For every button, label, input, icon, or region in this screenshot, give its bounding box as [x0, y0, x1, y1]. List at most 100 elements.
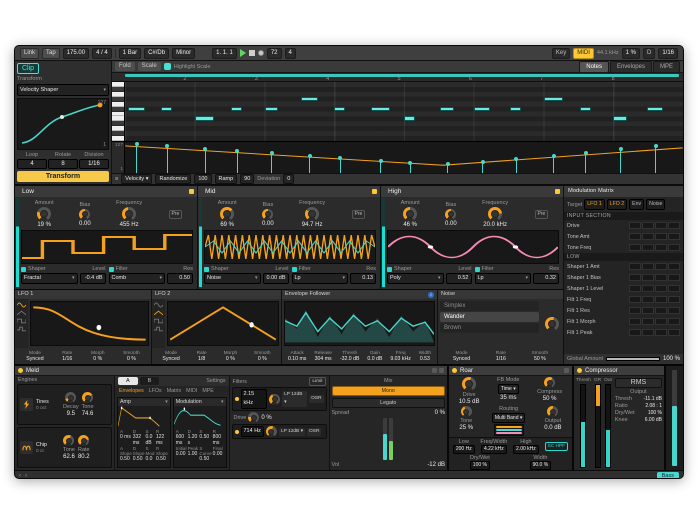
scale-highlight-icon[interactable] — [164, 63, 171, 70]
global-quantize-menu[interactable]: 1/16 — [658, 48, 678, 59]
shaper-type-select[interactable]: Fractal▾ — [21, 273, 78, 284]
rotate-param-value[interactable]: 8 — [48, 159, 78, 169]
matrix-cell[interactable] — [655, 285, 667, 292]
smooth-value[interactable]: 0 % — [127, 356, 136, 362]
filter-2-character-select[interactable]: OSR — [307, 428, 321, 436]
volume-slider[interactable] — [383, 418, 387, 460]
midi-note[interactable] — [371, 107, 391, 111]
track-name-chip[interactable]: Bass — [657, 472, 679, 480]
random-wave-icon[interactable] — [154, 326, 163, 332]
lanes-icon[interactable]: ≡ — [115, 176, 118, 182]
knee-value[interactable]: 6.00 dB — [645, 417, 662, 423]
fold-button[interactable]: Fold — [115, 62, 135, 71]
matrix-cell[interactable] — [629, 329, 641, 336]
hot-swap-icon[interactable] — [432, 368, 437, 373]
filter-2-type-select[interactable]: LP 12dB ▾ — [279, 428, 305, 436]
engine-b-octave[interactable]: 0 ct — [36, 449, 60, 454]
midi-note[interactable] — [404, 116, 415, 120]
velocity-marker[interactable] — [237, 151, 238, 173]
note-grid[interactable] — [125, 82, 683, 141]
res-value[interactable]: 0.32 — [533, 273, 559, 284]
roar-compress-knob[interactable] — [544, 377, 555, 388]
matrix-cell[interactable] — [629, 263, 641, 270]
engine-b-macro1-knob[interactable] — [63, 435, 74, 446]
tab-envelopes[interactable]: Envelopes — [610, 61, 652, 73]
chevron-right-icon[interactable]: › — [25, 473, 27, 479]
info-icon[interactable]: i — [428, 292, 434, 298]
square-wave-icon[interactable] — [154, 318, 163, 324]
engine-a-icon[interactable] — [20, 398, 33, 411]
matrix-cell[interactable] — [642, 318, 654, 325]
matrix-cell[interactable] — [642, 296, 654, 303]
engine-a-macro2-knob[interactable] — [82, 392, 93, 403]
velocity-marker[interactable] — [380, 161, 381, 173]
matrix-cell[interactable] — [655, 244, 667, 251]
midi-note[interactable] — [474, 107, 491, 111]
velocity-marker[interactable] — [482, 162, 483, 173]
thresh-value[interactable]: -32.0 dB — [340, 356, 360, 362]
gain-value[interactable]: 0.0 dB — [367, 356, 382, 362]
engine-b-macro2-knob[interactable] — [78, 435, 89, 446]
matrix-cell[interactable] — [668, 307, 680, 314]
mono-button[interactable]: Mono — [332, 386, 446, 396]
filter-enable-checkbox[interactable] — [475, 267, 480, 272]
matrix-cell[interactable] — [642, 274, 654, 281]
lfo-2-display[interactable] — [167, 301, 279, 346]
smooth-value[interactable]: 50 % — [534, 356, 546, 362]
lfo-1-display[interactable] — [30, 301, 149, 346]
midi-note[interactable] — [128, 107, 145, 111]
noise-type-brown[interactable]: Brown — [440, 323, 539, 333]
tab-a[interactable]: A — [118, 377, 138, 385]
velocity-marker[interactable] — [585, 153, 586, 173]
matrix-cell[interactable] — [629, 274, 641, 281]
midi-note[interactable] — [195, 116, 215, 120]
band-mid-power-button[interactable] — [372, 189, 377, 194]
bias-knob[interactable] — [445, 209, 456, 220]
engine-a-select[interactable]: Tines — [36, 399, 60, 405]
square-wave-icon[interactable] — [17, 318, 26, 324]
high-crossover-value[interactable]: 2.00 kHz — [513, 445, 539, 454]
filter-type-select[interactable]: Comb▾ — [109, 273, 166, 284]
pre-button[interactable]: Pre — [169, 210, 183, 219]
res-value[interactable]: 0.13 — [350, 273, 376, 284]
velocity-lane[interactable] — [125, 142, 683, 173]
matrix-cell[interactable] — [668, 244, 680, 251]
fb-value[interactable]: 35 ms — [500, 395, 516, 401]
filter-type-select[interactable]: Lp▾ — [292, 273, 349, 284]
noise-type-wander[interactable]: Wander — [440, 312, 539, 322]
velocity-marker[interactable] — [340, 158, 341, 173]
matrix-cell[interactable] — [642, 263, 654, 270]
filter-enable-checkbox[interactable] — [109, 267, 114, 272]
random-wave-icon[interactable] — [17, 326, 26, 332]
matrix-cell[interactable] — [668, 222, 680, 229]
mod-envelope-display[interactable] — [174, 406, 226, 428]
rms-mode-button[interactable]: RMS — [615, 378, 662, 388]
matrix-cell[interactable] — [642, 307, 654, 314]
matrix-target-noise[interactable]: Noise — [646, 199, 665, 210]
save-preset-icon[interactable] — [439, 368, 444, 373]
matrix-cell[interactable] — [655, 307, 667, 314]
midi-note[interactable] — [544, 97, 564, 101]
midi-note[interactable] — [510, 107, 521, 111]
filter-2-on-button[interactable] — [235, 430, 239, 434]
filter-1-freq[interactable]: 2.15 kHz — [241, 389, 268, 409]
matrix-cell[interactable] — [642, 244, 654, 251]
stop-button[interactable] — [249, 50, 255, 56]
matrix-target-lfo2[interactable]: LFO 2 — [607, 199, 627, 210]
matrix-cell[interactable] — [629, 244, 641, 251]
midi-note[interactable] — [613, 116, 627, 120]
matrix-cell[interactable] — [642, 285, 654, 292]
velocity-marker[interactable] — [410, 163, 411, 173]
device-on-button[interactable] — [452, 368, 457, 373]
velocity-shaper-curve-pad[interactable]: 127 1 — [17, 98, 109, 150]
matrix-cell[interactable] — [655, 329, 667, 336]
pre-button[interactable]: Pre — [352, 210, 366, 219]
triangle-wave-icon[interactable] — [17, 310, 26, 316]
matrix-target-env[interactable]: Env — [629, 199, 644, 210]
envelope-follower-display[interactable] — [284, 301, 435, 346]
matrix-cell[interactable] — [642, 329, 654, 336]
midi-note[interactable] — [231, 107, 242, 111]
level-value[interactable]: 0.00 dB — [263, 273, 289, 284]
amount-knob[interactable] — [37, 207, 51, 221]
engine-b-icon[interactable] — [20, 441, 33, 454]
